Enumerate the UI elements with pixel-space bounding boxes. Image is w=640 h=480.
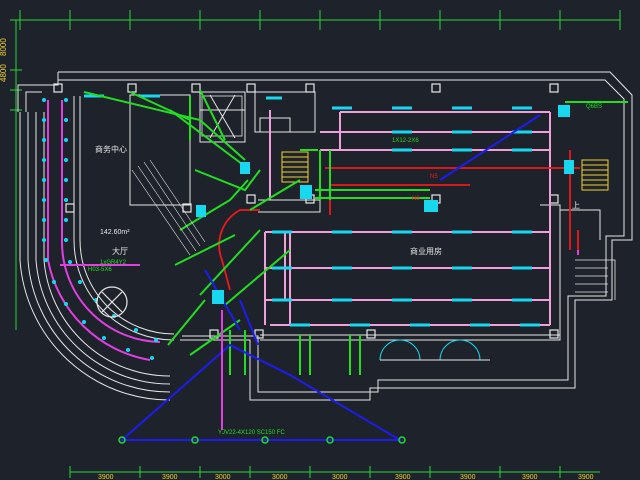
room-label-business-center: 商务中心 (95, 144, 127, 154)
left-dim-label-2: 4800 (0, 64, 8, 82)
main-feeder-label: YJV22-4X120 SC150 FC (218, 430, 285, 436)
bottom-dim-1: 3900 (98, 474, 114, 480)
right-feeder-label: 1X12-2X6 (392, 138, 419, 144)
room-label-commercial: 商业用房 (410, 246, 442, 256)
bottom-dim-5: 3000 (332, 474, 348, 480)
bottom-dim-2: 3900 (162, 474, 178, 480)
circuit-tag-n5: N5 (430, 174, 438, 180)
stair-left (281, 151, 309, 183)
room-label-hall: 大厅 (112, 246, 128, 256)
bottom-dim-3: 3000 (215, 474, 231, 480)
left-dim-label-1: 8000 (0, 38, 8, 56)
hatched-zone (131, 159, 206, 256)
building-walls (17, 71, 633, 401)
right-entry-steps (575, 259, 616, 300)
circuit-tag-n6: N6 (412, 196, 420, 202)
round-feature (96, 286, 128, 318)
room-label-upper: 上 (572, 201, 580, 210)
entrance-doors (379, 339, 490, 361)
bottom-dim-6: 3900 (395, 474, 411, 480)
stair-right (581, 159, 609, 191)
bottom-dim-7: 3900 (460, 474, 476, 480)
light-fixtures-cyan (84, 94, 540, 327)
distribution-panels (196, 105, 574, 304)
bottom-dim-4: 3000 (272, 474, 288, 480)
room-label-hall-area: 142.60m² (100, 229, 130, 236)
bottom-dim-9: 3900 (578, 474, 594, 480)
top-right-code: Q6BS (586, 104, 602, 110)
hall-feeder-label: 1xGR4Y2 (100, 260, 127, 266)
top-dimension-chain (19, 10, 621, 30)
bottom-dim-8: 3900 (522, 474, 538, 480)
cad-floor-plan: 8000 4800 3900 3900 3000 3000 3000 3900 … (0, 10, 633, 480)
hall-feeder-code: H03-5X6 (88, 267, 112, 273)
